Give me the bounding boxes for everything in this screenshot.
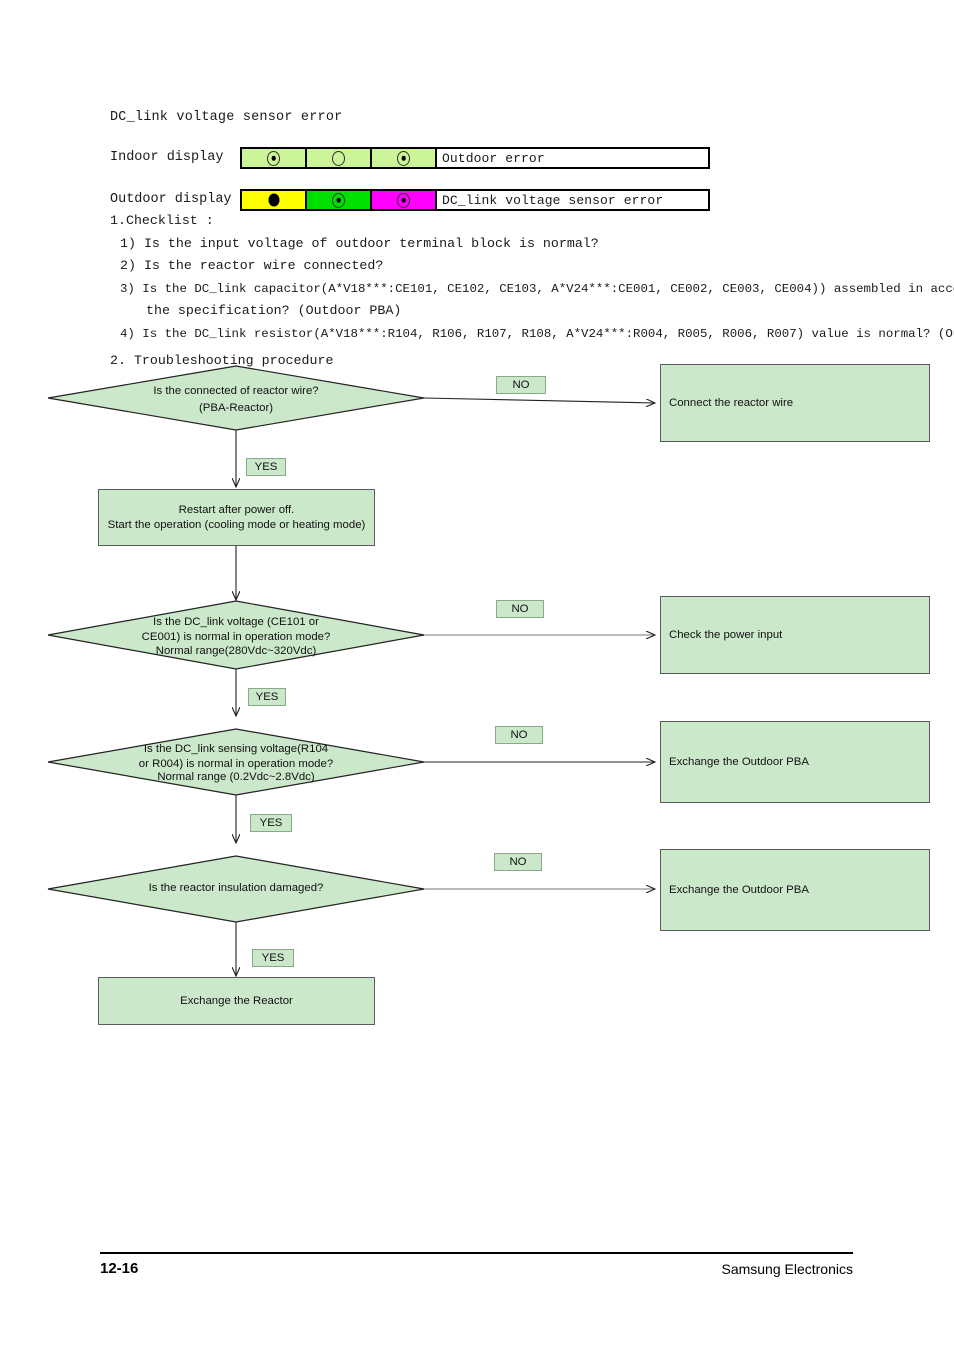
flow-connectors xyxy=(47,365,954,1350)
action-connect-reactor-wire[interactable]: Connect the reactor wire xyxy=(660,364,930,442)
decision-reactor-wire-line2: (PBA-Reactor) xyxy=(198,402,274,414)
action-exchange-outdoor-pba-1[interactable]: Exchange the Outdoor PBA xyxy=(660,721,930,803)
decision-reactor-insulation-line1: Is the reactor insulation damaged? xyxy=(148,882,324,894)
action-exchange-reactor[interactable]: Exchange the Reactor xyxy=(98,977,375,1025)
action-check-power-input-label: Check the power input xyxy=(669,628,783,641)
decision-reactor-wire[interactable]: Is the connected of reactor wire? (PBA-R… xyxy=(48,366,424,430)
decision-dc-link-voltage[interactable]: Is the DC_link voltage (CE101 or CE001) … xyxy=(48,601,424,669)
decision-dc-link-sensing-line3: Normal range (0.2Vdc~2.8Vdc) xyxy=(157,771,315,783)
action-check-power-input[interactable]: Check the power input xyxy=(660,596,930,674)
decision-dc-link-voltage-line2: CE001) is normal in operation mode? xyxy=(141,631,331,643)
process-restart-power[interactable]: Restart after power off. Start the opera… xyxy=(98,489,375,546)
branch-label-no-4: NO xyxy=(494,853,542,871)
action-exchange-reactor-label: Exchange the Reactor xyxy=(180,994,293,1007)
manual-page: DC_link voltage sensor error Indoor disp… xyxy=(0,0,954,1350)
branch-label-no-3: NO xyxy=(495,726,543,744)
decision-dc-link-sensing-line1: Is the DC_link sensing voltage(R104 xyxy=(143,743,329,755)
decision-dc-link-voltage-line3: Normal range(280Vdc~320Vdc) xyxy=(155,645,317,657)
action-connect-reactor-wire-label: Connect the reactor wire xyxy=(669,396,794,409)
decision-dc-link-sensing-line2: or R004) is normal in operation mode? xyxy=(138,758,334,770)
page-number: 12-16 xyxy=(100,1260,139,1277)
decision-reactor-wire-line1: Is the connected of reactor wire? xyxy=(153,385,319,397)
decision-dc-link-sensing-voltage[interactable]: Is the DC_link sensing voltage(R104 or R… xyxy=(48,729,424,795)
footer-divider xyxy=(100,1252,853,1255)
branch-label-yes-1: YES xyxy=(246,458,286,476)
branch-label-yes-4: YES xyxy=(252,949,294,967)
branch-label-no-1: NO xyxy=(496,376,546,394)
branch-label-yes-3: YES xyxy=(250,814,292,832)
process-restart-line2: Start the operation (cooling mode or hea… xyxy=(107,518,366,531)
branch-label-no-2: NO xyxy=(496,600,544,618)
decision-dc-link-voltage-line1: Is the DC_link voltage (CE101 or xyxy=(153,616,319,628)
action-exchange-outdoor-pba-2[interactable]: Exchange the Outdoor PBA xyxy=(660,849,930,931)
process-restart-line1: Restart after power off. xyxy=(178,504,295,516)
branch-label-yes-2: YES xyxy=(248,688,286,706)
troubleshooting-flowchart: Is the connected of reactor wire? (PBA-R… xyxy=(0,0,954,1350)
decision-reactor-insulation[interactable]: Is the reactor insulation damaged? xyxy=(48,856,424,922)
action-exchange-outdoor-pba-1-label: Exchange the Outdoor PBA xyxy=(669,755,809,768)
action-exchange-outdoor-pba-2-label: Exchange the Outdoor PBA xyxy=(669,883,809,896)
company-name: Samsung Electronics xyxy=(721,1261,853,1277)
